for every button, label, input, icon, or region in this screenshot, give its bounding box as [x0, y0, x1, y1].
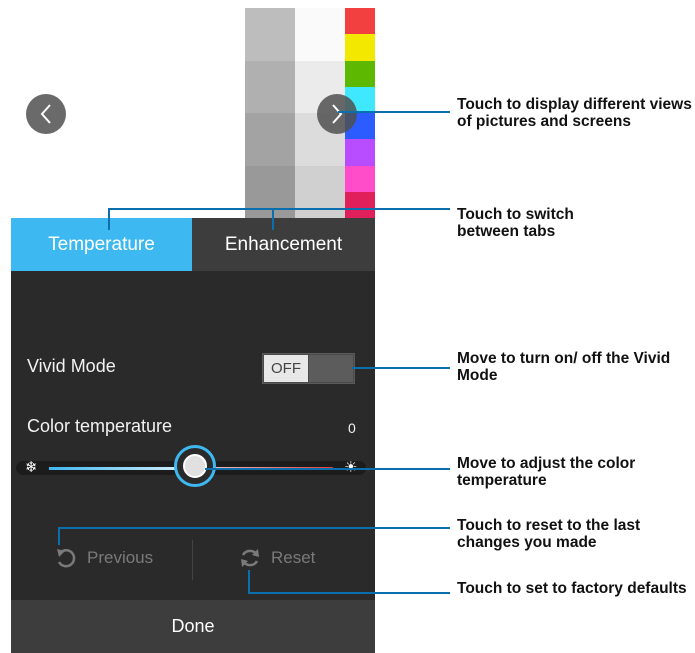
- swatch-cell: [345, 165, 375, 192]
- callout-line-previous-drop: [58, 527, 60, 545]
- callout-line-tabs-left-drop: [108, 208, 110, 230]
- callout-vivid: Move to turn on/ off the Vivid Mode: [457, 350, 671, 384]
- previous-label: Previous: [87, 548, 154, 567]
- callout-views: Touch to display different views of pict…: [457, 96, 692, 130]
- slider-knob[interactable]: [174, 445, 216, 487]
- tab-bar: Temperature Enhancement: [11, 218, 375, 271]
- reset-label: Reset: [271, 548, 316, 567]
- toggle-state-label: OFF: [264, 355, 308, 382]
- gray-swatch-column: [245, 8, 295, 218]
- reset-button[interactable]: Reset: [239, 528, 315, 588]
- callout-line-tabs-right-drop: [272, 208, 274, 230]
- callout-temperature: Move to adjust the color temperature: [457, 455, 636, 489]
- swatch-cell: [345, 139, 375, 166]
- swatch-cell: [295, 165, 345, 218]
- swatch-cell: [245, 60, 295, 113]
- tab-enhancement[interactable]: Enhancement: [192, 218, 375, 271]
- swatch-cell: [345, 60, 375, 87]
- vivid-mode-toggle[interactable]: OFF: [262, 353, 355, 384]
- swatch-cell: [345, 191, 375, 218]
- callout-line-temperature: [205, 468, 450, 470]
- previous-view-button[interactable]: [26, 94, 66, 134]
- undo-icon: [57, 549, 76, 568]
- swatch-cell: [245, 165, 295, 218]
- swatch-cell: [295, 8, 345, 61]
- next-view-button[interactable]: [317, 94, 357, 134]
- callout-tabs: Touch to switch between tabs: [457, 206, 574, 240]
- sun-icon: ☀: [344, 458, 357, 476]
- swatch-cell: [245, 8, 295, 61]
- chevron-right-icon: [332, 104, 343, 124]
- divider: [192, 540, 193, 580]
- callout-reset: Touch to set to factory defaults: [457, 580, 687, 597]
- color-temperature-label: Color temperature: [27, 416, 173, 436]
- swatch-cell: [345, 8, 375, 35]
- color-temperature-value: 0: [348, 420, 356, 436]
- callout-line-reset: [248, 592, 450, 594]
- done-button[interactable]: Done: [11, 600, 375, 653]
- callout-previous: Touch to reset to the last changes you m…: [457, 517, 641, 551]
- vivid-mode-label: Vivid Mode: [27, 356, 116, 376]
- tab-temperature[interactable]: Temperature: [11, 218, 192, 271]
- chevron-left-icon: [40, 104, 51, 124]
- swatch-cell: [345, 34, 375, 61]
- previous-button[interactable]: Previous: [55, 528, 153, 588]
- callout-line-views: [338, 111, 450, 113]
- callout-line-reset-rise: [248, 570, 250, 594]
- action-buttons: Previous Reset: [11, 528, 375, 588]
- callout-line-vivid: [352, 367, 450, 369]
- callout-line-tabs: [108, 208, 450, 210]
- phone-screen: Temperature Enhancement Vivid Mode OFF C…: [0, 0, 375, 653]
- snowflake-icon: ❄: [25, 459, 38, 476]
- callout-line-previous: [58, 527, 450, 529]
- toggle-thumb: [309, 355, 353, 382]
- slider-knob-center: [183, 454, 207, 478]
- splendid-settings-panel: Temperature Enhancement Vivid Mode OFF C…: [11, 218, 375, 653]
- slider-track-cold: [49, 467, 189, 470]
- swatch-cell: [245, 113, 295, 166]
- refresh-icon: [241, 549, 259, 567]
